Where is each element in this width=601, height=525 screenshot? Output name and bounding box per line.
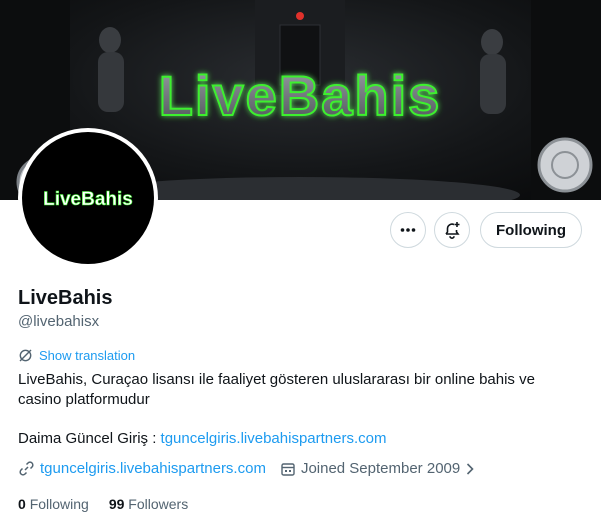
- bell-plus-icon: [445, 222, 460, 239]
- show-translation-label[interactable]: Show translation: [39, 348, 135, 363]
- translate-icon: [19, 349, 32, 362]
- joined-date: Joined September 2009: [300, 460, 461, 477]
- following-count: 0: [18, 496, 26, 512]
- bio-link[interactable]: tguncelgiris.livebahispartners.com: [161, 430, 387, 447]
- following-stat-label: Following: [29, 496, 89, 512]
- avatar-logo-text: LiveBahis: [43, 189, 133, 210]
- website-item[interactable]: tguncelgiris.livebahispartners.com: [18, 460, 266, 477]
- avatar-logo: LiveBahis: [43, 189, 133, 211]
- avatar[interactable]: LiveBahis: [18, 128, 158, 268]
- chevron-right-icon[interactable]: [465, 462, 475, 476]
- followers-stat[interactable]: 99 Followers: [109, 496, 188, 512]
- notifications-button[interactable]: [434, 212, 470, 248]
- profile-bio: LiveBahis, Curaçao lisansı ile faaliyet …: [18, 371, 535, 408]
- bio-link-prefix: Daima Güncel Giriş :: [18, 430, 161, 447]
- profile-meta: tguncelgiris.livebahispartners.com Joine…: [18, 460, 489, 477]
- more-button[interactable]: [390, 212, 426, 248]
- banner-logo-text: LiveBahis: [159, 64, 442, 127]
- website-link[interactable]: tguncelgiris.livebahispartners.com: [40, 460, 266, 477]
- profile-name: LiveBahis: [18, 287, 113, 309]
- profile-handle: @livebahisx: [18, 313, 100, 330]
- joined-item: Joined September 2009: [280, 460, 475, 477]
- following-stat[interactable]: 0 Following: [18, 496, 89, 512]
- profile-stats: 0 Following 99 Followers: [18, 496, 188, 512]
- show-translation-link[interactable]: Show translation: [18, 348, 135, 363]
- profile-bio-link-line: Daima Güncel Giriş : tguncelgiris.liveba…: [18, 429, 386, 449]
- more-horizontal-icon: [400, 228, 416, 232]
- calendar-icon: [281, 462, 295, 476]
- followers-count: 99: [108, 496, 125, 512]
- link-icon: [19, 461, 34, 476]
- following-button[interactable]: Following: [480, 212, 582, 248]
- followers-stat-label: Followers: [128, 496, 189, 512]
